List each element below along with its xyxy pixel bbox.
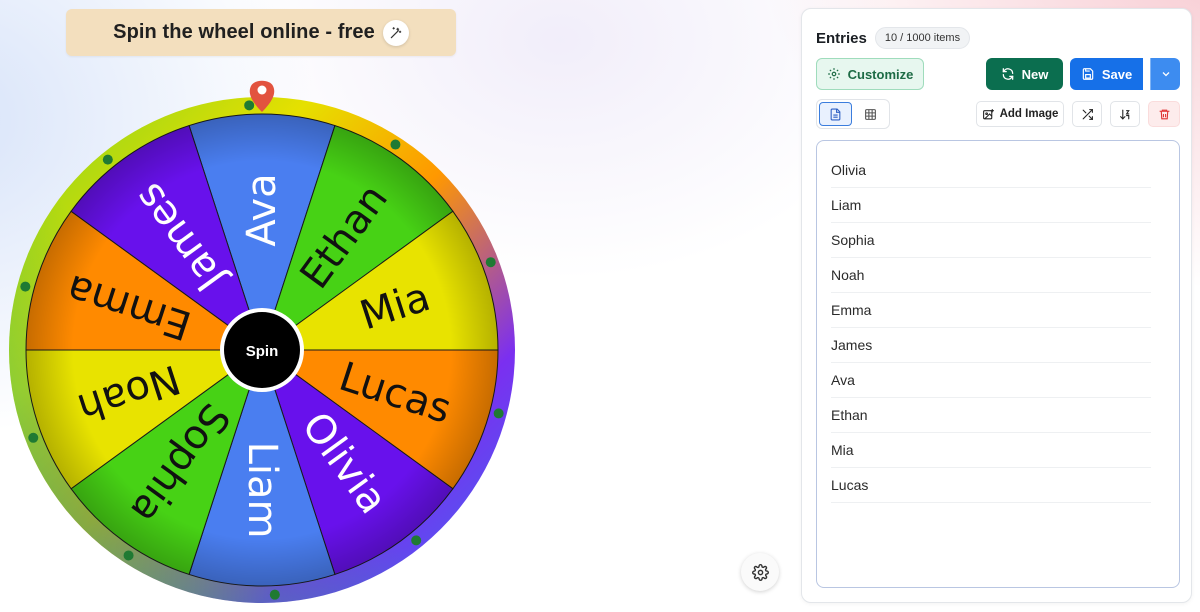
- table-grid-icon: [865, 108, 876, 120]
- entry-line[interactable]: Mia: [831, 433, 1151, 468]
- rim-stud: [28, 432, 39, 443]
- customize-label: Customize: [847, 66, 914, 82]
- document-icon: [830, 108, 841, 120]
- gear-icon: [827, 68, 840, 80]
- title-banner: Spin the wheel online - free: [66, 9, 456, 56]
- entry-line[interactable]: Lucas: [831, 468, 1151, 503]
- view-mode-toggle: [816, 99, 890, 129]
- wheel-settings-button[interactable]: [741, 553, 779, 591]
- spin-wheel[interactable]: Ava Ethan Mia Lucas Olivia Liam Sophia Noah Emma…: [0, 75, 530, 612]
- text-view-button[interactable]: [819, 102, 852, 126]
- page-title: Spin the wheel online - free: [113, 21, 375, 43]
- rim-stud: [102, 154, 113, 165]
- entry-line[interactable]: Ethan: [831, 398, 1151, 433]
- rim-stud: [411, 535, 422, 546]
- rim-stud: [485, 257, 496, 268]
- wheel-segment-label: Ava: [239, 173, 285, 246]
- entry-line[interactable]: Olivia: [831, 153, 1151, 188]
- rim-stud: [20, 281, 31, 292]
- refresh-icon: [1002, 68, 1013, 80]
- magic-wand-button[interactable]: [382, 19, 409, 46]
- entry-line[interactable]: Ava: [831, 363, 1151, 398]
- panel-header: Entries 10 / 1000 items: [816, 27, 971, 49]
- entries-title: Entries: [816, 29, 867, 47]
- save-button-group: Save: [1070, 58, 1180, 90]
- sort-icon: [1119, 109, 1130, 120]
- rim-stud: [244, 100, 255, 111]
- save-options-dropdown[interactable]: [1150, 58, 1180, 90]
- entries-panel: Entries 10 / 1000 items Customize New Sa…: [801, 8, 1192, 603]
- entries-textarea[interactable]: Olivia Liam Sophia Noah Emma James Ava E…: [816, 140, 1180, 588]
- shuffle-icon: [1082, 108, 1093, 120]
- add-image-label: Add Image: [999, 108, 1059, 120]
- gear-icon: [751, 563, 769, 581]
- rim-stud: [390, 139, 401, 150]
- entries-count-badge: 10 / 1000 items: [874, 27, 971, 49]
- save-button[interactable]: Save: [1070, 58, 1143, 90]
- save-label: Save: [1101, 66, 1133, 82]
- delete-all-button[interactable]: [1148, 101, 1180, 127]
- spin-label[interactable]: Spin: [246, 343, 279, 360]
- rim-stud: [123, 550, 134, 561]
- entry-line[interactable]: Noah: [831, 258, 1151, 293]
- wheel-graphic[interactable]: Ava EthanMiaLucasOliviaLiamSophiaNoahEmma…: [0, 75, 530, 612]
- floppy-disk-icon: [1082, 68, 1094, 80]
- entry-line[interactable]: Liam: [831, 188, 1151, 223]
- grid-view-button[interactable]: [854, 102, 887, 126]
- chevron-down-icon: [1162, 72, 1169, 77]
- add-image-button[interactable]: Add Image: [976, 101, 1064, 127]
- trash-icon: [1159, 109, 1169, 119]
- magic-wand-icon: [390, 26, 402, 38]
- rim-stud: [493, 408, 504, 419]
- entry-line[interactable]: Sophia: [831, 223, 1151, 258]
- entry-line[interactable]: Emma: [831, 293, 1151, 328]
- entry-line[interactable]: James: [831, 328, 1151, 363]
- customize-button[interactable]: Customize: [816, 58, 924, 90]
- shuffle-button[interactable]: [1072, 101, 1102, 127]
- wheel-segment-label: Liam: [239, 442, 285, 539]
- sort-button[interactable]: [1110, 101, 1140, 127]
- rim-stud: [269, 589, 280, 600]
- image-add-icon: [982, 108, 994, 119]
- new-button[interactable]: New: [986, 58, 1063, 90]
- new-label: New: [1021, 66, 1049, 82]
